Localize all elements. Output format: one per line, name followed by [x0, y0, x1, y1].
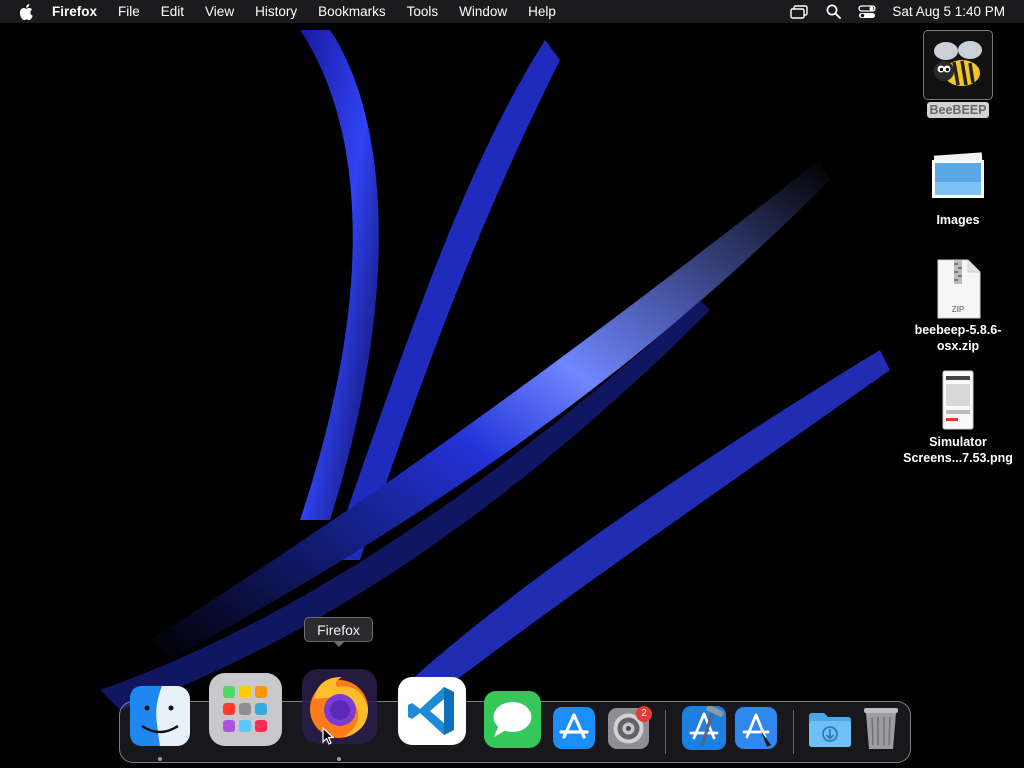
dock-app-simulator[interactable]: [735, 707, 777, 754]
dock-app-launchpad[interactable]: [209, 673, 282, 751]
beebeep-app-icon: [923, 30, 993, 100]
dock-app-messages[interactable]: [484, 691, 541, 753]
desktop-item-screenshot[interactable]: Simulator Screens...7.53.png: [898, 370, 1018, 466]
finder-icon: [130, 686, 190, 746]
dock-app-downloads[interactable]: [807, 710, 853, 753]
dock-app-finder[interactable]: [130, 686, 190, 751]
simulator-icon: [735, 707, 777, 749]
dock-app-trash[interactable]: [862, 705, 900, 756]
firefox-icon: [302, 669, 377, 744]
desktop-wallpaper: [0, 0, 1024, 768]
menu-help[interactable]: Help: [528, 4, 556, 19]
xcode-icon: [682, 705, 726, 750]
desktop-item-images[interactable]: Images: [898, 148, 1018, 228]
downloads-folder-icon: [809, 713, 851, 747]
dock-app-xcode[interactable]: [682, 705, 726, 755]
desktop-item-label: Simulator Screens...7.53.png: [900, 434, 1016, 466]
menu-history[interactable]: History: [255, 4, 297, 19]
spotlight-search-icon[interactable]: [824, 4, 842, 19]
menu-bar-clock[interactable]: Sat Aug 5 1:40 PM: [892, 4, 1005, 19]
desktop-item-zip[interactable]: ZIP beebeep-5.8.6- osx.zip: [898, 258, 1018, 354]
dock-app-app-store[interactable]: [553, 707, 595, 754]
mouse-pointer: [322, 726, 335, 750]
trash-icon: [864, 708, 898, 749]
messages-icon: [484, 691, 541, 748]
screen-mirroring-icon[interactable]: [790, 4, 809, 19]
label-line: Screens...7.53.png: [903, 451, 1013, 465]
running-indicator: [158, 757, 162, 761]
zip-archive-icon: ZIP: [934, 258, 982, 320]
desktop-item-beebeep[interactable]: BeeBEEP: [898, 30, 1018, 118]
label-line: Simulator: [929, 435, 987, 449]
vscode-icon: [398, 677, 466, 745]
label-line: beebeep-5.8.6-: [914, 323, 1002, 337]
menu-tools[interactable]: Tools: [407, 4, 439, 19]
menu-file[interactable]: File: [118, 4, 140, 19]
png-file-icon: [942, 370, 974, 432]
menu-window[interactable]: Window: [459, 4, 507, 19]
desktop-item-label: beebeep-5.8.6- osx.zip: [912, 322, 1005, 354]
menu-edit[interactable]: Edit: [161, 4, 184, 19]
dock-app-vscode[interactable]: [398, 677, 466, 750]
dock-tooltip-arrow: [333, 641, 345, 647]
images-folder-icon: [927, 148, 989, 210]
apple-menu-icon[interactable]: [19, 3, 33, 20]
control-center-icon[interactable]: [858, 4, 877, 19]
dock-separator: [665, 710, 666, 754]
dock-app-firefox[interactable]: [302, 669, 377, 749]
menu-bar-status-area: Sat Aug 5 1:40 PM: [790, 0, 1024, 23]
launchpad-icon: [209, 673, 282, 746]
app-store-icon: [553, 707, 595, 749]
dock-tooltip: Firefox: [304, 617, 373, 642]
dock-separator: [793, 710, 794, 754]
svg-text:ZIP: ZIP: [952, 305, 965, 314]
menu-view[interactable]: View: [205, 4, 234, 19]
running-indicator: [337, 757, 341, 761]
label-line: osx.zip: [936, 339, 980, 353]
desktop-item-label: BeeBEEP: [926, 102, 990, 118]
notification-badge: 2: [636, 706, 652, 722]
menu-bookmarks[interactable]: Bookmarks: [318, 4, 386, 19]
menu-bar: Firefox File Edit View History Bookmarks…: [0, 0, 1024, 23]
menu-app-name[interactable]: Firefox: [52, 4, 97, 19]
desktop-item-label: Images: [936, 213, 980, 227]
